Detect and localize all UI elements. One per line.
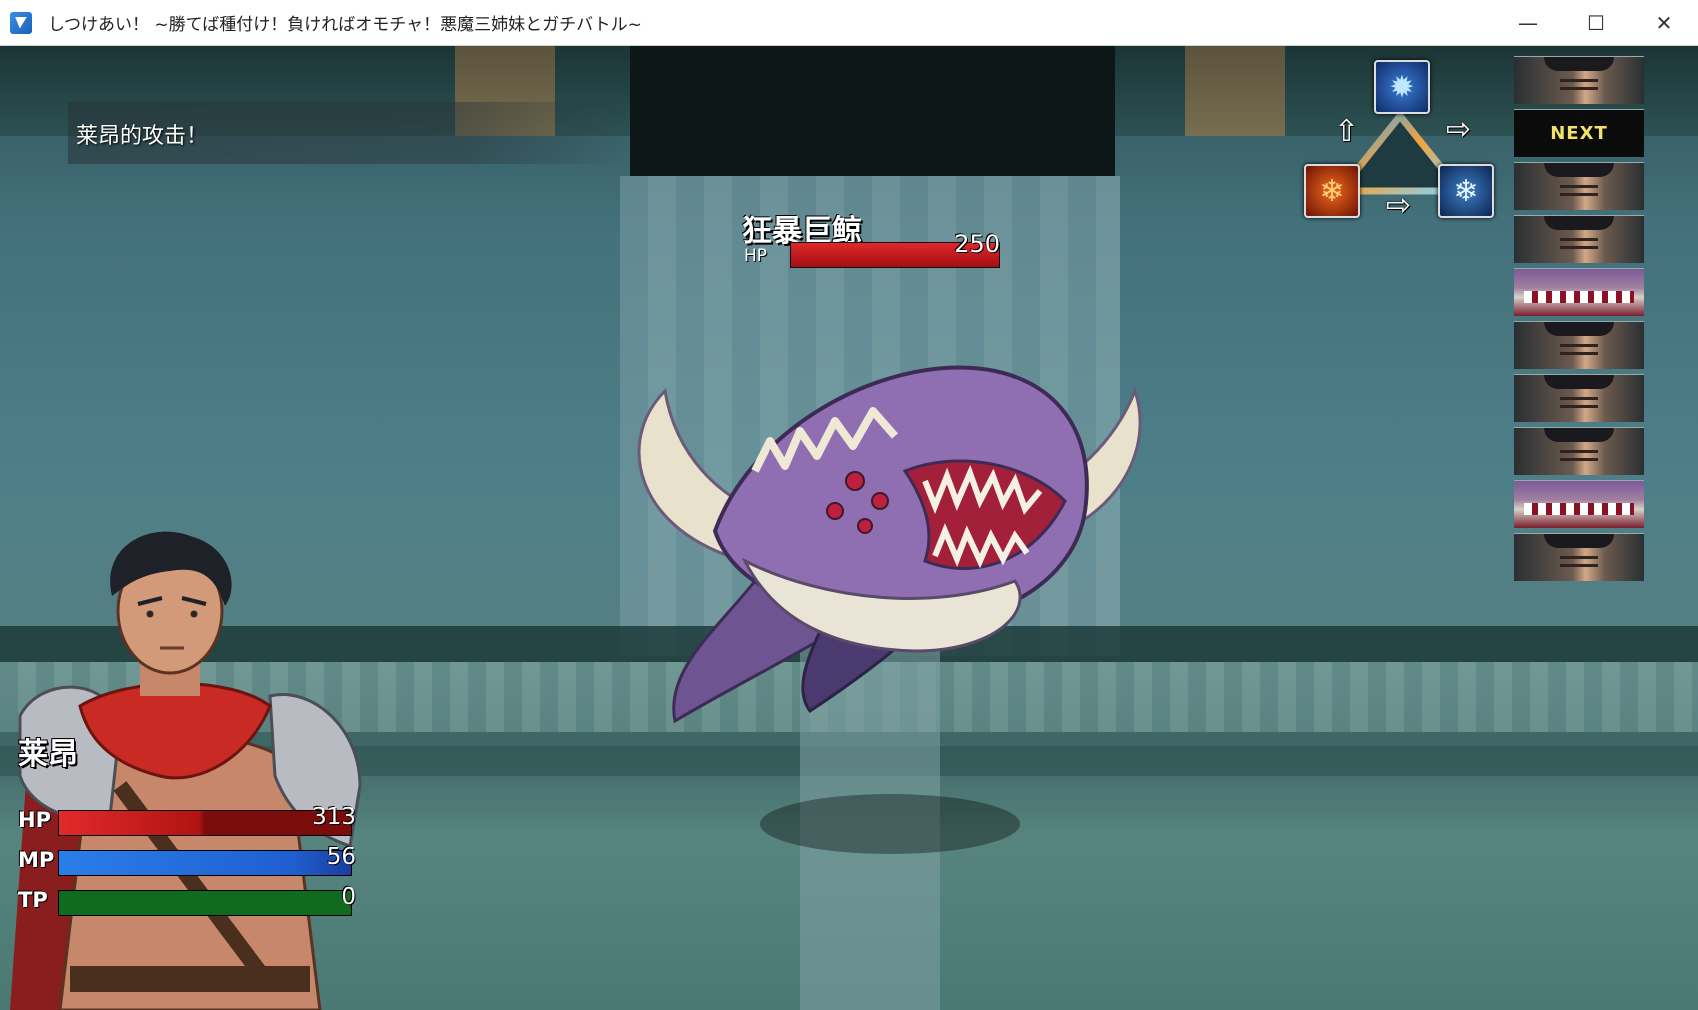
close-button[interactable]: ✕ — [1630, 0, 1698, 45]
arrow-up-left-icon: ⇧ — [1334, 114, 1360, 149]
actor-hp-label: HP — [18, 808, 51, 832]
turn-slot-enemy — [1514, 268, 1644, 316]
enemy-hp-label: HP — [744, 246, 768, 266]
turn-slot-enemy — [1514, 480, 1644, 528]
ice-icon: ❄ — [1438, 164, 1494, 218]
turn-slot-hero — [1514, 533, 1644, 581]
actor-name: 莱昂 — [18, 737, 78, 772]
window-title: しつけあい！ ~勝てば種付け！負ければオモチャ！悪魔三姉妹とガチバトル~ — [48, 15, 642, 35]
element-cycle-wheel: ✹ ❄ ❄ ⇧ ⇨ ⇨ — [1300, 56, 1500, 223]
actor-tp-label: TP — [18, 888, 48, 912]
window-titlebar: しつけあい！ ~勝てば種付け！負ければオモチャ！悪魔三姉妹とガチバトル~ — ☐… — [0, 0, 1698, 46]
water-icon: ✹ — [1374, 60, 1430, 114]
actor-tp-row: TP 0 — [18, 884, 358, 916]
actor-mp-label: MP — [18, 848, 55, 872]
game-viewport[interactable]: 莱昂的攻击！ 狂暴巨鲸 HP 250 ✹ ❄ ❄ ⇧ ⇨ ⇨ NEXT 莱昂 H… — [0, 46, 1698, 1010]
actor-tp-value: 0 — [341, 884, 356, 910]
arrow-down-right-icon: ⇨ — [1446, 112, 1472, 147]
actor-mp-row: MP 56 — [18, 844, 358, 876]
enemy-whale-sprite[interactable] — [595, 331, 1145, 781]
arrow-right-icon: ⇨ — [1386, 188, 1412, 223]
turn-slot-hero — [1514, 162, 1644, 210]
battle-message: 莱昂的攻击！ — [76, 124, 209, 149]
turn-slot-hero — [1514, 215, 1644, 263]
maximize-icon: ☐ — [1587, 10, 1605, 35]
actor-hp-row: HP 313 — [18, 804, 358, 836]
actor-mp-value: 56 — [326, 844, 356, 870]
close-icon: ✕ — [1655, 10, 1673, 35]
turn-slot-hero — [1514, 427, 1644, 475]
app-icon — [10, 11, 32, 34]
actor-hp-value: 313 — [312, 804, 356, 830]
minimize-icon: — — [1518, 10, 1538, 35]
battle-message-box: 莱昂的攻击！ — [68, 102, 628, 164]
minimize-button[interactable]: — — [1494, 0, 1562, 45]
maximize-button[interactable]: ☐ — [1562, 0, 1630, 45]
turn-slot-hero — [1514, 374, 1644, 422]
turn-next-label: NEXT — [1514, 109, 1644, 157]
fire-icon: ❄ — [1304, 164, 1360, 218]
window-controls: — ☐ ✕ — [1494, 0, 1698, 45]
enemy-hp-value: 250 — [954, 230, 1000, 258]
turn-slot-hero — [1514, 321, 1644, 369]
turn-slot-hero — [1514, 56, 1644, 104]
